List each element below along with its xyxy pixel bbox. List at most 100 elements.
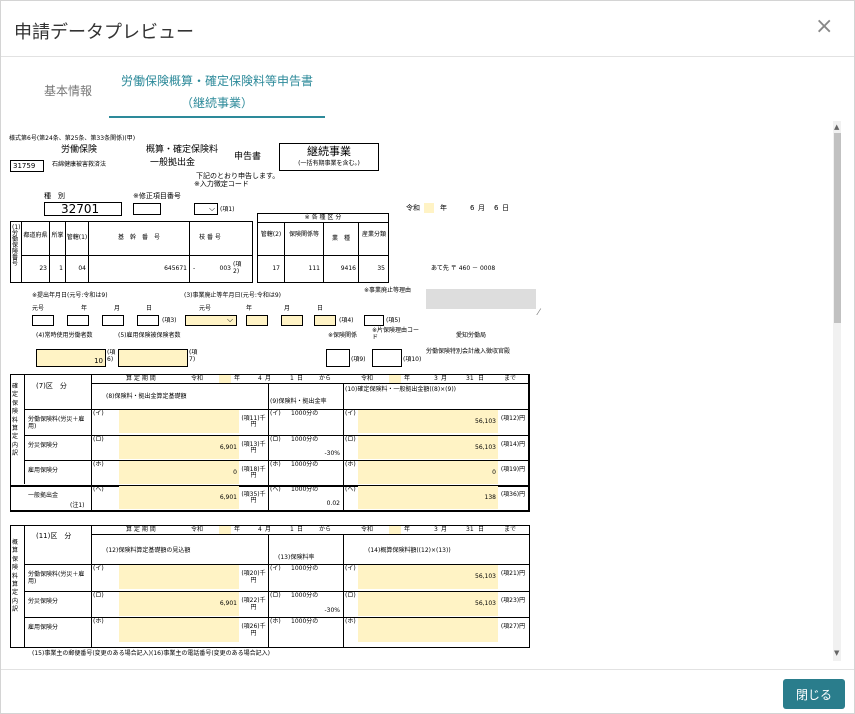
- c1-label: (項1): [220, 206, 235, 213]
- chevron-down-icon: ⌵: [227, 315, 234, 324]
- resize-icon: ⁄: [538, 308, 540, 318]
- rows2-row-name-0: 労働保険料(労災＋雇用): [28, 571, 85, 585]
- col-gyoshu: 業 種: [331, 235, 350, 242]
- premium-label: 概算・確定保険料: [146, 145, 219, 155]
- rows2-unit1-1: (項22)千円: [241, 597, 266, 611]
- tab-bar: 基本情報 労働保険概算・確定保険料等申告書 （継続事業）: [1, 58, 854, 118]
- col-edaban: 枝 番 号: [199, 234, 221, 241]
- abolish-era-select[interactable]: ⌵: [185, 315, 237, 326]
- val-gyoshu: 9416: [340, 265, 356, 272]
- rows-unit1-0: (項11)千円: [241, 414, 266, 429]
- col-prefecture: 都道府県: [23, 232, 48, 239]
- rows-row-note-3: (注1): [70, 502, 85, 509]
- col-kankatsu: 管轄(1): [66, 234, 88, 241]
- date-day: 6: [494, 204, 499, 212]
- insured-field[interactable]: [118, 349, 188, 367]
- submit-era-field[interactable]: [32, 315, 54, 326]
- submit-year-field[interactable]: [67, 315, 89, 326]
- form-viewport[interactable]: 様式第6号(第24条、第25条、第33条関係)(甲) 31759 石綿健康被害救…: [6, 121, 841, 661]
- kubun11-label: (11)区 分: [36, 532, 72, 540]
- period-month-unit-1: 月: [265, 375, 272, 382]
- rows2-rate-2: 1000分の: [291, 618, 319, 625]
- correction-box[interactable]: [133, 203, 161, 215]
- rows2-base-field-2[interactable]: [119, 618, 239, 642]
- date-era: 令和: [406, 204, 420, 212]
- workers-field[interactable]: 10: [36, 349, 106, 367]
- rows-amount-1: 56,103: [475, 443, 496, 451]
- rows2-row-name-2: 雇用保険分: [28, 624, 59, 631]
- rows2-unit2-1: (項23)円: [500, 597, 526, 604]
- date-day-unit: 日: [502, 204, 509, 212]
- rows-unit1-1: (項13)千円: [241, 440, 266, 455]
- h14-label: (14)概算保険料額((12)×(13)): [368, 547, 451, 554]
- relation-field[interactable]: [326, 349, 350, 367]
- val-sangyo: 35: [377, 265, 385, 272]
- period-day-unit-2: 日: [478, 375, 485, 382]
- rows-row-name-1: 労災保険分: [28, 442, 59, 449]
- scroll-up-icon[interactable]: ▲: [834, 123, 839, 131]
- c4-label: (項4): [339, 317, 354, 324]
- chevron-down-icon: ⌵: [209, 204, 216, 213]
- rows-row-name-2: 雇用保険分: [28, 467, 59, 474]
- rows-row-name-0: 労働保険料(労災＋雇用): [28, 416, 85, 430]
- rows2-base-field-0[interactable]: [119, 565, 239, 589]
- modal-title: 申請データプレビュー: [14, 22, 194, 43]
- abolish-day-field[interactable]: [314, 315, 336, 326]
- rows2-amount-field-2[interactable]: [358, 618, 498, 642]
- h13-label: (13)保険料率: [278, 554, 315, 561]
- c7-label: (項7): [189, 349, 198, 363]
- c5-label: (項5): [386, 317, 401, 324]
- rows-rate-0: 1000分の: [291, 410, 319, 417]
- period-month-1: 4: [258, 375, 262, 382]
- tab-declaration[interactable]: 労働保険概算・確定保険料等申告書 （継続事業）: [109, 58, 325, 118]
- scrollbar[interactable]: ▲ ▼: [833, 121, 841, 661]
- scroll-down-icon[interactable]: ▼: [834, 649, 839, 657]
- val-edaban: 003: [219, 265, 231, 272]
- code-label: 石綿健康被害救済法: [52, 161, 107, 168]
- rows-mark-c-1: (ロ): [345, 436, 356, 443]
- single-insurance-field[interactable]: [372, 349, 402, 367]
- abolish-reason-label: ※事業廃止等理由: [364, 287, 412, 294]
- contribution-label: 一般拠出金: [150, 158, 196, 168]
- h8-label: (8)保険料・拠出金算定基礎額: [106, 393, 187, 400]
- business-type: 継続事業: [307, 145, 351, 158]
- kubun7-label: (7)区 分: [36, 382, 67, 390]
- rows2-mark-2: (ホ): [93, 618, 104, 625]
- submit-day-field[interactable]: [137, 315, 159, 326]
- rows2-mark-1: (ロ): [93, 592, 104, 599]
- col-shosho: 所掌: [51, 232, 64, 239]
- col-hoken-kankei: 保険関係等: [288, 231, 319, 238]
- business-type-sub: (一括有期事業を含む。): [298, 160, 360, 167]
- rows2-mark-c-0: (イ): [345, 565, 356, 572]
- rows2-rate2-1: -30%: [324, 607, 340, 614]
- input-code-select[interactable]: ⌵: [194, 203, 218, 215]
- rows-base-field-0[interactable]: [119, 410, 239, 433]
- insurance-number-table: [10, 221, 253, 283]
- date-year-field[interactable]: [424, 203, 434, 213]
- period-month-2: 3: [434, 375, 438, 382]
- period-year-unit-1: 年: [234, 375, 241, 382]
- rows-mark-2: (ホ): [93, 461, 104, 468]
- rows-mark-b-3: (ヘ): [270, 486, 281, 493]
- abolish-reason-field[interactable]: [364, 315, 384, 326]
- close-button[interactable]: 閉じる: [783, 679, 845, 709]
- period2-day-1: 1: [290, 526, 294, 533]
- rows2-unit1-0: (項20)千円: [241, 570, 266, 584]
- close-icon[interactable]: ×: [815, 16, 833, 38]
- rows-rate2-3: 0.02: [326, 500, 340, 507]
- period-year-unit-2: 年: [404, 375, 411, 382]
- c3-label: (項3): [162, 317, 177, 324]
- rows-mark-0: (イ): [93, 410, 104, 417]
- rows2-row-name-1: 労災保険分: [28, 598, 59, 605]
- rows-unit2-0: (項12)円: [500, 414, 526, 422]
- tab-basic-info[interactable]: 基本情報: [44, 82, 92, 99]
- rows-base-1: 6,901: [219, 443, 237, 451]
- year-label-1: 年: [81, 305, 88, 312]
- abolish-year-field[interactable]: [246, 315, 268, 326]
- rows2-rate-1: 1000分の: [291, 592, 319, 599]
- scroll-thumb[interactable]: [834, 133, 841, 323]
- rows2-base-1: 6,901: [219, 600, 237, 607]
- period-month-unit-2: 月: [441, 375, 448, 382]
- abolish-month-field[interactable]: [281, 315, 303, 326]
- submit-month-field[interactable]: [102, 315, 124, 326]
